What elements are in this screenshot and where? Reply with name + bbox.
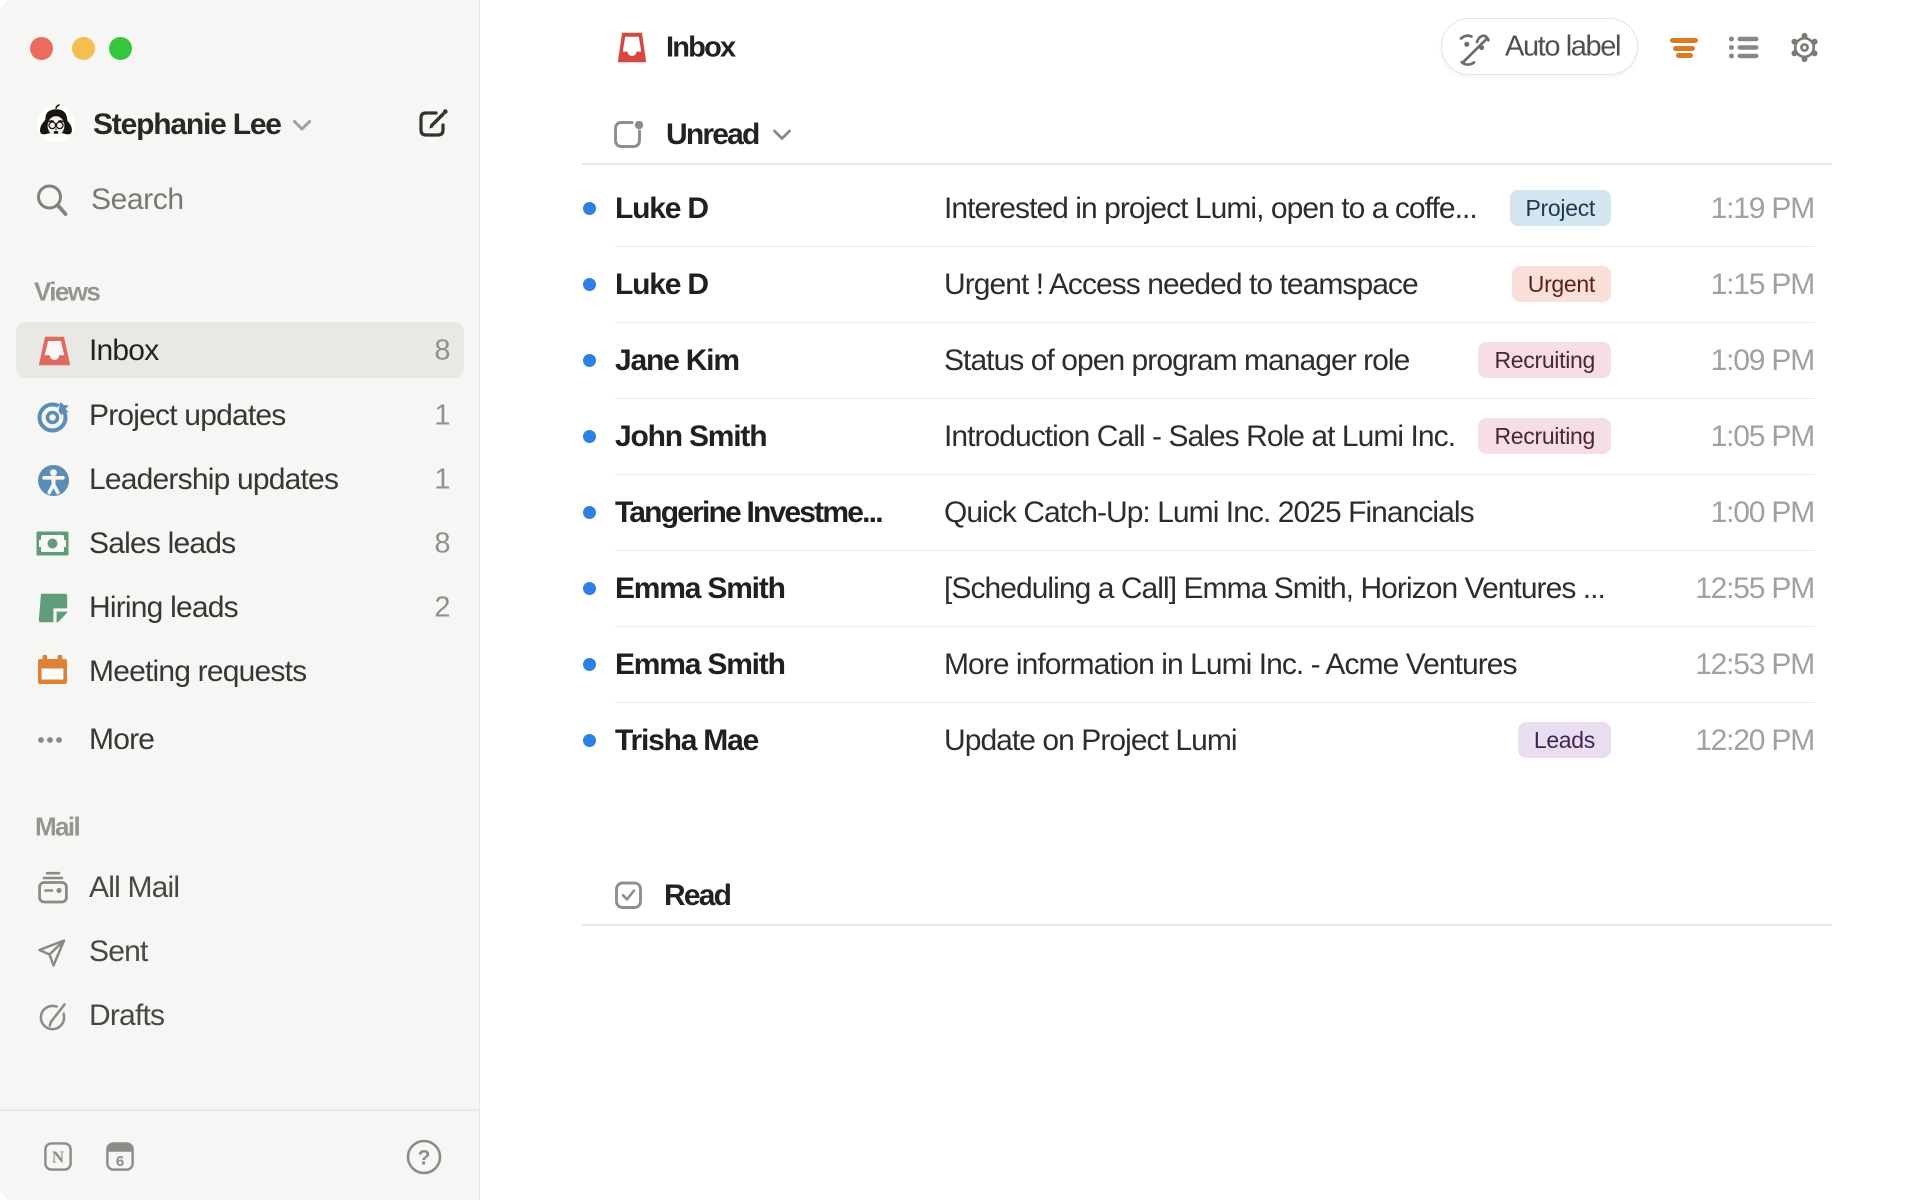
svg-text:6: 6 [116, 1153, 124, 1170]
svg-text:?: ? [418, 1147, 431, 1170]
svg-text:N: N [52, 1148, 65, 1167]
